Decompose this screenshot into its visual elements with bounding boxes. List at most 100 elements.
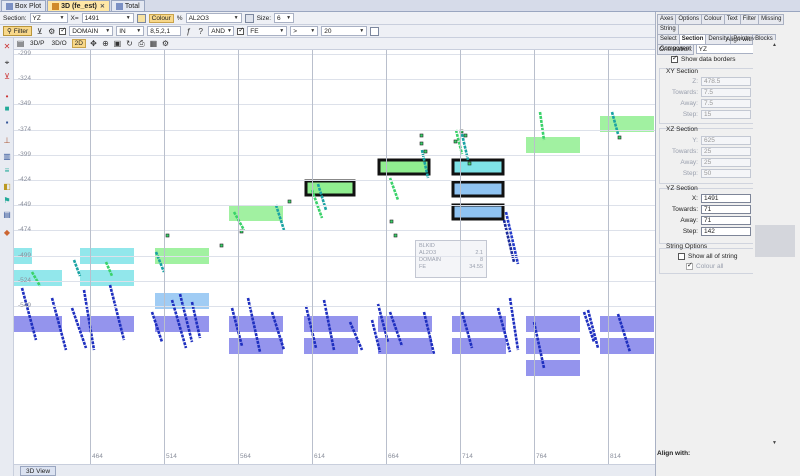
- filter-logic-select[interactable]: AND ▼: [208, 26, 235, 36]
- grid-hline: [14, 104, 655, 106]
- yz-x-input[interactable]: 1491: [701, 194, 751, 203]
- layers-icon[interactable]: ≡: [2, 166, 12, 175]
- section-plot[interactable]: -299 -324 -349 -374 -399 -424 -449 -474 -499 -524…: [14, 50, 655, 464]
- help-icon[interactable]: ?: [196, 27, 205, 36]
- chevron-down-icon: ▼: [233, 15, 239, 21]
- xz-towards-input: 25: [701, 147, 751, 156]
- tab-missing[interactable]: Missing: [758, 14, 785, 25]
- tab-3d-fe-est[interactable]: 3D (fe_est) ✕: [47, 0, 110, 11]
- x-tick-label: 614: [314, 453, 325, 460]
- zoom-extents-icon[interactable]: ▣: [113, 39, 122, 48]
- y-tick-label: -474: [18, 226, 32, 234]
- panel-scroll-thumb[interactable]: [755, 225, 795, 257]
- grid-hline: [14, 205, 655, 207]
- block-cyan: [80, 270, 134, 286]
- filter-value1-input[interactable]: 8,5,2,1: [147, 26, 182, 36]
- size-select[interactable]: 6 ▼: [274, 13, 295, 23]
- 3d-view-icon: [52, 2, 60, 10]
- filter-function-icon[interactable]: ƒ: [184, 27, 193, 36]
- view-2d-button[interactable]: 2D: [71, 39, 86, 48]
- tab-total[interactable]: Total: [110, 0, 145, 11]
- clear-filter-icon[interactable]: ⊻: [35, 27, 44, 36]
- settings-icon[interactable]: ⚙: [161, 39, 170, 48]
- drillhole-trace: [388, 177, 400, 201]
- tab-3d-view[interactable]: 3D View: [20, 466, 57, 476]
- grid-hline: [14, 306, 655, 307]
- sample-point: [453, 139, 458, 144]
- xz-step-row: Step: 50: [659, 169, 751, 178]
- plot-canvas: [14, 111, 654, 376]
- highlight-icon[interactable]: ◧: [2, 182, 12, 191]
- tab-box-plot[interactable]: Box Plot: [1, 0, 47, 11]
- colour-field-select[interactable]: AL2O3 ▼: [185, 13, 242, 23]
- show-borders-checkbox[interactable]: [671, 54, 678, 63]
- y-tick-label: -349: [18, 100, 32, 108]
- point-icon[interactable]: •: [2, 92, 12, 101]
- sample-point: [219, 243, 224, 248]
- filter-row2-checkbox[interactable]: [237, 26, 245, 35]
- view-3do-button[interactable]: 3D/O: [49, 40, 68, 47]
- grid-hline: [14, 180, 655, 181]
- add-icon[interactable]: ■: [2, 104, 12, 113]
- xy-step-input: 15: [701, 110, 751, 119]
- filter-value2-select[interactable]: 20 ▼: [321, 26, 368, 36]
- yz-step-row: Step: 142: [659, 227, 751, 236]
- yz-towards-input[interactable]: 71: [701, 205, 751, 214]
- view-mode-icon[interactable]: ▤: [16, 39, 25, 48]
- sample-point: [463, 133, 468, 138]
- view-3dp-button[interactable]: 3D/P: [28, 40, 46, 47]
- filter-toolbar: ⚲Filter ⊻ ⚙ DOMAIN▼ IN▼ 8,5,2,1 ƒ ? AND▼…: [0, 25, 655, 38]
- show-all-string-checkbox[interactable]: [678, 253, 685, 260]
- tooltip-row: AL2O3 2.1: [419, 250, 483, 256]
- x-label: X=: [70, 14, 79, 22]
- screenshot-icon[interactable]: ⎙: [137, 39, 146, 48]
- legend-icon[interactable]: ▤: [2, 210, 12, 219]
- flag-icon[interactable]: ⚑: [2, 196, 12, 205]
- palette-icon[interactable]: ◆: [2, 228, 12, 237]
- tooltip-row: FE 34.55: [419, 264, 483, 270]
- filter-button[interactable]: ⚲ Filter: [3, 26, 33, 36]
- select-icon[interactable]: ▪: [2, 118, 12, 127]
- yz-towards-row: Towards: 71: [659, 205, 751, 214]
- xy-section-title: XY Section: [666, 68, 699, 75]
- selected-block: [304, 179, 356, 197]
- x-position-select[interactable]: 1491 ▼: [81, 13, 134, 23]
- filter-op1-select[interactable]: IN ▼: [116, 26, 145, 36]
- pan-icon[interactable]: ✥: [89, 39, 98, 48]
- tab-filter[interactable]: Filter: [739, 14, 760, 25]
- y-tick-label: -549: [18, 302, 32, 309]
- filter-op2-select[interactable]: > ▼: [290, 26, 319, 36]
- grid-icon[interactable]: ▦: [149, 39, 158, 48]
- tab-text[interactable]: Text: [723, 14, 741, 25]
- colour-swatch-button[interactable]: [136, 13, 146, 23]
- y-tick-label: -449: [18, 201, 32, 209]
- filter-field1-select[interactable]: DOMAIN ▼: [69, 26, 114, 36]
- chart-icon[interactable]: ▥: [2, 152, 12, 161]
- filter-row1-checkbox[interactable]: [59, 26, 67, 35]
- delete-icon[interactable]: ✕: [2, 42, 12, 51]
- xy-step-row: Step: 15: [659, 110, 751, 119]
- filter-options-icon[interactable]: ⚙: [47, 27, 56, 36]
- drill-icon[interactable]: ⊥: [2, 136, 12, 145]
- section-select[interactable]: YZ ▼: [29, 13, 68, 23]
- measure-icon[interactable]: ⌖: [2, 58, 12, 67]
- yz-away-input[interactable]: 71: [701, 216, 751, 225]
- view-toolbar: ▤ 3D/P 3D/O 2D ✥ ⊕ ▣ ↻ ⎙ ▦ ⚙: [0, 38, 655, 50]
- yz-step-input[interactable]: 142: [701, 227, 751, 236]
- orientation-label: Orientation:: [659, 45, 693, 53]
- scroll-down-icon[interactable]: ▼: [772, 440, 777, 446]
- close-tab-icon[interactable]: ✕: [100, 3, 105, 10]
- sample-point: [393, 233, 398, 238]
- tab-colour[interactable]: Colour: [701, 14, 725, 25]
- apply-filter-button[interactable]: [370, 26, 380, 36]
- remove-filter-icon[interactable]: ⊻: [2, 72, 12, 81]
- scroll-up-icon[interactable]: ▲: [772, 42, 777, 48]
- string-options-title: String Options: [666, 243, 708, 250]
- colour-label[interactable]: Colour: [148, 13, 174, 23]
- zoom-icon[interactable]: ⊕: [101, 39, 110, 48]
- tab-options[interactable]: Options: [675, 14, 703, 25]
- grid-hline: [14, 79, 655, 81]
- rotate-icon[interactable]: ↻: [125, 39, 134, 48]
- filter-field2-select[interactable]: FE ▼: [247, 26, 288, 36]
- x-tick-label: 664: [388, 453, 399, 460]
